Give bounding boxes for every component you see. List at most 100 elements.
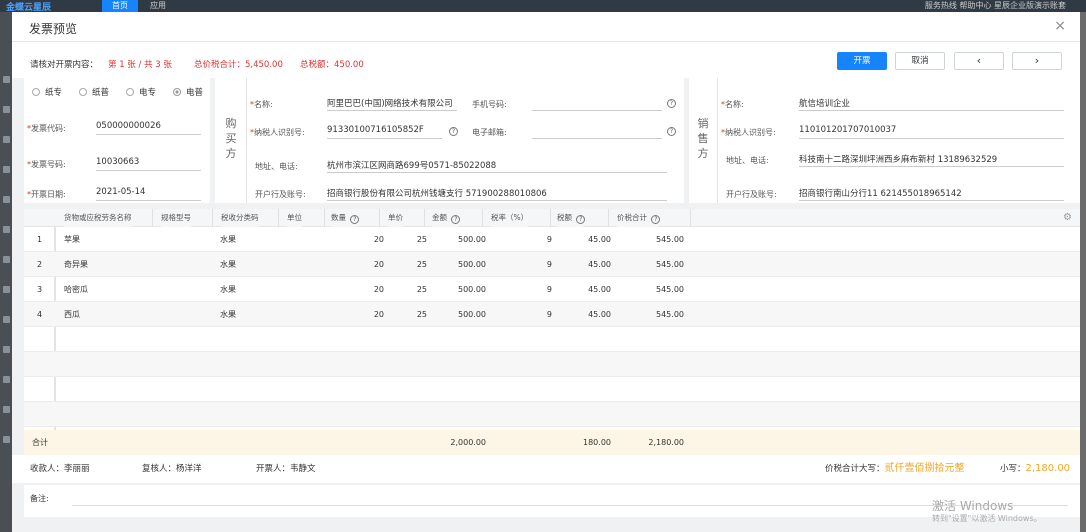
tab-home[interactable]: 首页 xyxy=(102,0,138,12)
col-header-amount: 金额 ? xyxy=(432,209,461,227)
buyer-email-field[interactable] xyxy=(532,123,662,139)
help-icon[interactable]: ? xyxy=(667,127,676,136)
item-tax-code: 水果 xyxy=(220,260,236,269)
col-divider xyxy=(379,209,380,227)
col-divider xyxy=(278,209,279,227)
items-table: 货物或应税劳务名称 规格型号 税收分类码 单位 数量 ? 单价 金额 ? 税率（… xyxy=(24,209,1080,465)
radio-paper-normal[interactable]: 纸普 xyxy=(79,86,109,98)
total-with-tax: 总价税合计：5,450.00 xyxy=(194,60,283,70)
col-header-total: 价税合计 ? xyxy=(617,209,661,227)
item-rate: 9 xyxy=(546,285,552,294)
buyer-phone-field[interactable] xyxy=(532,95,662,111)
seller-section-label: 销售方 xyxy=(697,117,709,160)
radio-paper-special[interactable]: 纸专 xyxy=(32,86,62,98)
next-button[interactable]: › xyxy=(1012,52,1062,70)
sidebar-icon[interactable] xyxy=(3,166,10,173)
radio-circle xyxy=(126,88,134,96)
sidebar-icon[interactable] xyxy=(3,376,10,383)
sidebar-icon[interactable] xyxy=(3,136,10,143)
sidebar-icon[interactable] xyxy=(3,436,10,443)
table-row-empty[interactable] xyxy=(24,352,1080,377)
radio-label: 电专 xyxy=(139,88,157,98)
remark-input[interactable] xyxy=(72,505,1068,506)
table-row[interactable]: 4 西瓜 水果 20 25 500.00 9 45.00 545.00 xyxy=(24,302,1080,327)
seller-bank-field[interactable]: 招商银行南山分行11 621455018965142 xyxy=(799,185,1064,201)
buyer-address-field[interactable]: 杭州市滨江区网商路699号0571-85022088 xyxy=(327,157,667,173)
sidebar-icon[interactable] xyxy=(3,406,10,413)
table-row[interactable]: 3 哈密瓜 水果 20 25 500.00 9 45.00 545.00 xyxy=(24,277,1080,302)
row-index: 2 xyxy=(37,260,43,269)
table-row-empty[interactable] xyxy=(24,377,1080,402)
prev-button[interactable]: ‹ xyxy=(954,52,1004,70)
invoice-date-field[interactable]: 2021-05-14 xyxy=(96,185,201,201)
col-header-name: 货物或应税劳务名称 xyxy=(64,209,132,227)
invoice-code-field[interactable]: 050000000026 xyxy=(96,119,201,135)
sidebar-icon[interactable] xyxy=(3,196,10,203)
drawer: 开票人：韦静文 xyxy=(256,464,316,474)
invoice-number-field[interactable]: 10030663 xyxy=(96,155,201,171)
col-divider xyxy=(690,209,691,227)
buyer-bank-label: 开户行及账号: xyxy=(255,190,306,199)
help-icon[interactable]: ? xyxy=(449,127,458,136)
seller-name-field[interactable]: 航信培训企业 xyxy=(799,95,1064,111)
col-divider xyxy=(482,209,483,227)
gear-icon[interactable]: ⚙ xyxy=(1063,212,1072,223)
item-total: 545.00 xyxy=(656,260,684,269)
sidebar-icon[interactable] xyxy=(3,76,10,83)
radio-label: 纸普 xyxy=(92,88,110,98)
item-name: 哈密瓜 xyxy=(64,285,88,294)
close-icon[interactable]: × xyxy=(1054,18,1066,34)
total-amount: 2,000.00 xyxy=(450,438,486,447)
remark-label: 备注: xyxy=(30,494,49,503)
col-divider xyxy=(324,209,325,227)
tab-apps[interactable]: 应用 xyxy=(140,0,176,12)
buyer-name-field[interactable]: 阿里巴巴(中国)网络技术有限公司 xyxy=(327,95,457,111)
table-row[interactable]: 2 奇异果 水果 20 25 500.00 9 45.00 545.00 xyxy=(24,252,1080,277)
sidebar-icon[interactable] xyxy=(3,346,10,353)
col-divider xyxy=(608,209,609,227)
seller-address-field[interactable]: 科技南十二路深圳坪洲西乡麻布新村 13189632529 xyxy=(799,151,1064,167)
modal-header: 发票预览 × xyxy=(12,12,1080,42)
radio-label: 纸专 xyxy=(45,88,63,98)
item-tax: 45.00 xyxy=(588,285,611,294)
item-tax-code: 水果 xyxy=(220,285,236,294)
divider xyxy=(246,78,247,203)
invoice-preview-modal: 发票预览 × 请核对开票内容： 第 1 张 / 共 3 张 总价税合计：5,45… xyxy=(12,12,1080,532)
item-total: 545.00 xyxy=(656,235,684,244)
cancel-button[interactable]: 取消 xyxy=(895,52,945,70)
col-header-qty: 数量 ? xyxy=(331,209,360,227)
item-tax: 45.00 xyxy=(588,310,611,319)
sidebar-icon[interactable] xyxy=(3,106,10,113)
radio-label: 电普 xyxy=(186,88,204,98)
item-rate: 9 xyxy=(546,235,552,244)
col-header-tax-code: 税收分类码 xyxy=(221,209,259,227)
sidebar-icon[interactable] xyxy=(3,256,10,263)
buyer-tax-id-field[interactable]: 91330100716105852F xyxy=(327,123,442,139)
radio-e-special[interactable]: 电专 xyxy=(126,86,156,98)
buyer-section-label: 购买方 xyxy=(225,117,237,160)
radio-circle xyxy=(32,88,40,96)
total-sum: 2,180.00 xyxy=(648,438,684,447)
help-icon[interactable]: ? xyxy=(667,99,676,108)
seller-bank-label: 开户行及账号: xyxy=(726,190,777,199)
col-header-rate: 税率（%） xyxy=(491,209,529,227)
radio-circle-selected xyxy=(173,88,181,96)
table-row[interactable]: 1 苹果 水果 20 25 500.00 9 45.00 545.00 xyxy=(24,227,1080,252)
signers-row: 收款人：李丽丽 复核人：杨洋洋 开票人：韦静文 价税合计大写：贰仟壹佰捌拾元整 … xyxy=(12,455,1080,483)
item-tax: 45.00 xyxy=(588,260,611,269)
item-price: 25 xyxy=(416,310,427,319)
divider xyxy=(717,78,718,203)
buyer-bank-field[interactable]: 招商银行股份有限公司杭州钱塘支行 571900288010806 xyxy=(327,185,667,201)
payee: 收款人：李丽丽 xyxy=(30,464,90,474)
table-row-empty[interactable] xyxy=(24,402,1080,427)
radio-e-normal[interactable]: 电普 xyxy=(173,86,203,98)
sidebar-icon[interactable] xyxy=(3,226,10,233)
issue-invoice-button[interactable]: 开票 xyxy=(837,52,887,70)
sidebar-icon[interactable] xyxy=(3,286,10,293)
item-rate: 9 xyxy=(546,310,552,319)
table-row-empty[interactable] xyxy=(24,327,1080,352)
total-tax: 总税额：450.00 xyxy=(300,60,364,70)
top-right-links[interactable]: 服务热线 帮助中心 星辰企业版演示账套 xyxy=(925,0,1066,12)
seller-tax-id-field[interactable]: 110101201707010037 xyxy=(799,123,1064,139)
sidebar-icon[interactable] xyxy=(3,316,10,323)
